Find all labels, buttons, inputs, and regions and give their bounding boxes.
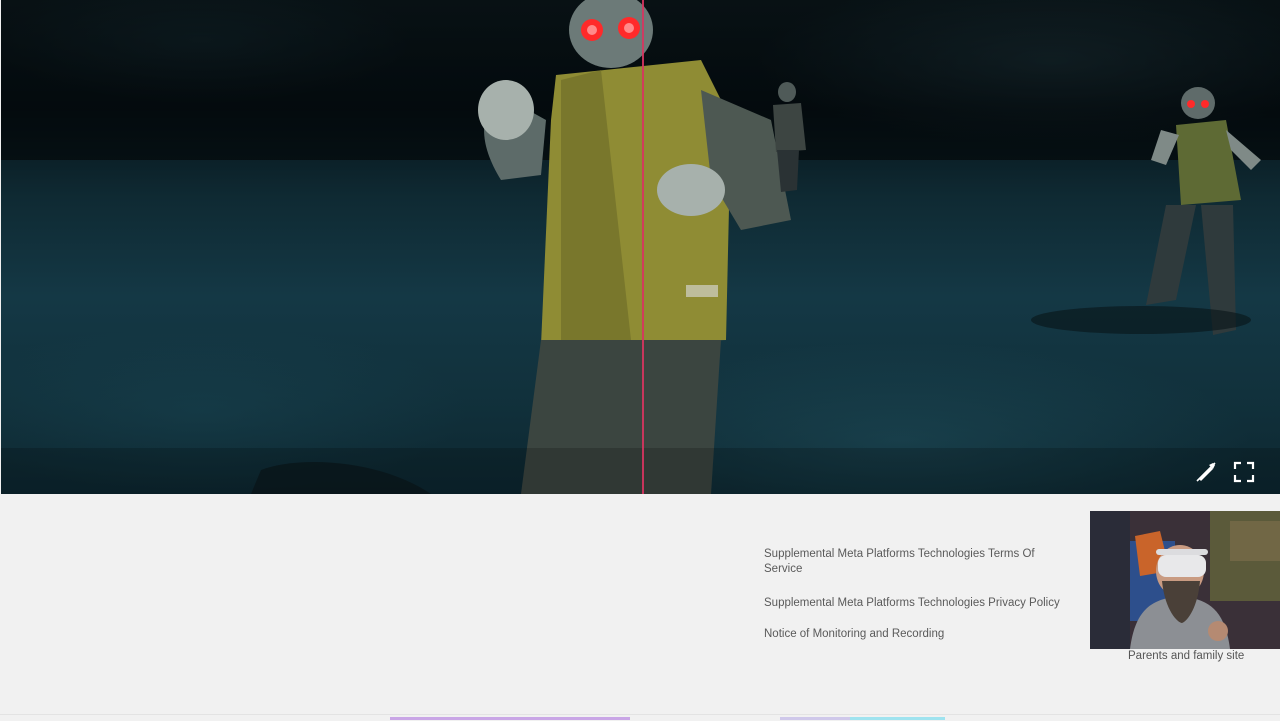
webcam-overlay [1090,511,1280,649]
terms-of-service-link[interactable]: Supplemental Meta Platforms Technologies… [764,547,1064,577]
video-playhead[interactable] [642,0,644,494]
video-frame-scene [251,0,1261,494]
webcam-person-image [1090,511,1280,649]
zombie-figure-right [1146,87,1261,335]
footer-links: Supplemental Meta Platforms Technologies… [764,547,1064,661]
speaker-muted-icon[interactable] [1193,459,1219,485]
privacy-policy-link[interactable]: Supplemental Meta Platforms Technologies… [764,596,1064,611]
zombie-figure-main [478,0,791,494]
video-player[interactable] [1,0,1280,494]
video-controls-bar [1,448,1280,494]
fullscreen-icon[interactable] [1231,459,1257,485]
parents-family-site-link[interactable]: Parents and family site [1128,650,1244,662]
monitoring-notice-link[interactable]: Notice of Monitoring and Recording [764,627,1064,642]
